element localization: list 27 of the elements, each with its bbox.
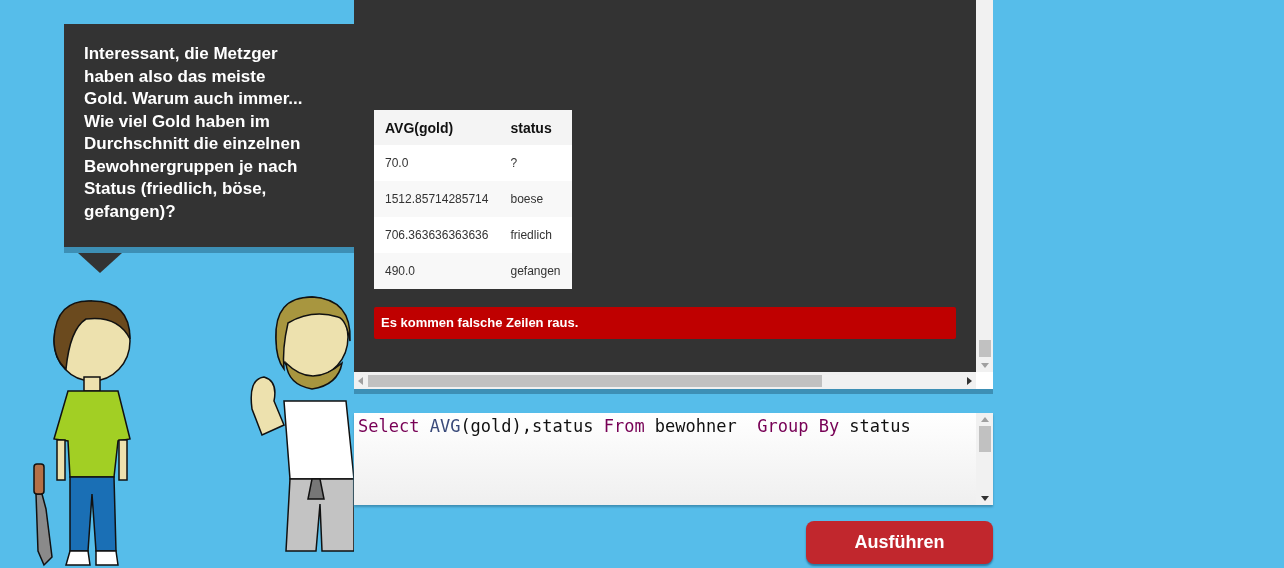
error-message: Es kommen falsche Zeilen raus. [374,307,956,339]
right-arrow-icon[interactable] [967,376,972,385]
down-arrow-icon[interactable] [980,496,989,501]
bubble-tail [78,253,122,273]
table-cell: gefangen [499,253,572,289]
table-cell: 490.0 [374,253,500,289]
scrollbar-thumb[interactable] [978,426,991,452]
table-cell: 70.0 [374,145,500,181]
run-button[interactable]: Ausführen [806,521,993,564]
table-cell: 1512.85714285714 [374,181,500,217]
table-cell: boese [499,181,572,217]
speech-bubble: Interessant, die Metzger haben also das meiste Gold. Warum auch immer... Wie viel Gold haben im Durchschnitt die einzelnen Bewohnergruppen je nach Status (friedlich, böse, gefangen)? [64,24,354,253]
query-editor[interactable]: Select AVG(gold),status From bewohner Group By status [354,413,993,505]
horizontal-scrollbar[interactable] [354,372,976,389]
vertical-scrollbar[interactable] [976,413,993,505]
scrollbar-corner [976,372,993,389]
table-cell: friedlich [499,217,572,253]
left-arrow-icon[interactable] [358,376,363,385]
scrollbar-thumb[interactable] [368,374,822,387]
vertical-scrollbar[interactable] [976,0,993,372]
code-line: Select AVG(gold),status From bewohner Group By status [357,415,912,438]
column-header: AVG(gold) [374,110,500,145]
table-cell: 706.363636363636 [374,217,500,253]
scrollbar-thumb[interactable] [978,340,991,357]
up-arrow-icon[interactable] [980,417,989,422]
table-cell: ? [499,145,572,181]
column-header: status [499,110,572,145]
